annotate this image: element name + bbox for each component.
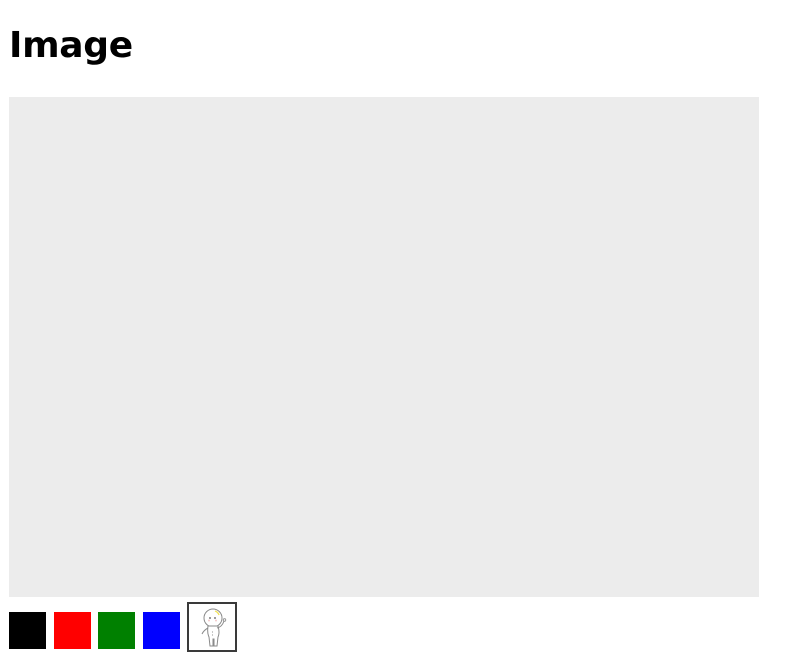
swatch-red[interactable] [54, 612, 91, 649]
swatch-blue[interactable] [143, 612, 180, 649]
swatch-black[interactable] [9, 612, 46, 649]
image-brush-swatch[interactable] [187, 602, 237, 652]
lightbulb-character-icon [201, 608, 227, 647]
swatch-green[interactable] [98, 612, 135, 649]
drawing-canvas[interactable] [9, 97, 759, 597]
page-title: Image [9, 25, 133, 66]
